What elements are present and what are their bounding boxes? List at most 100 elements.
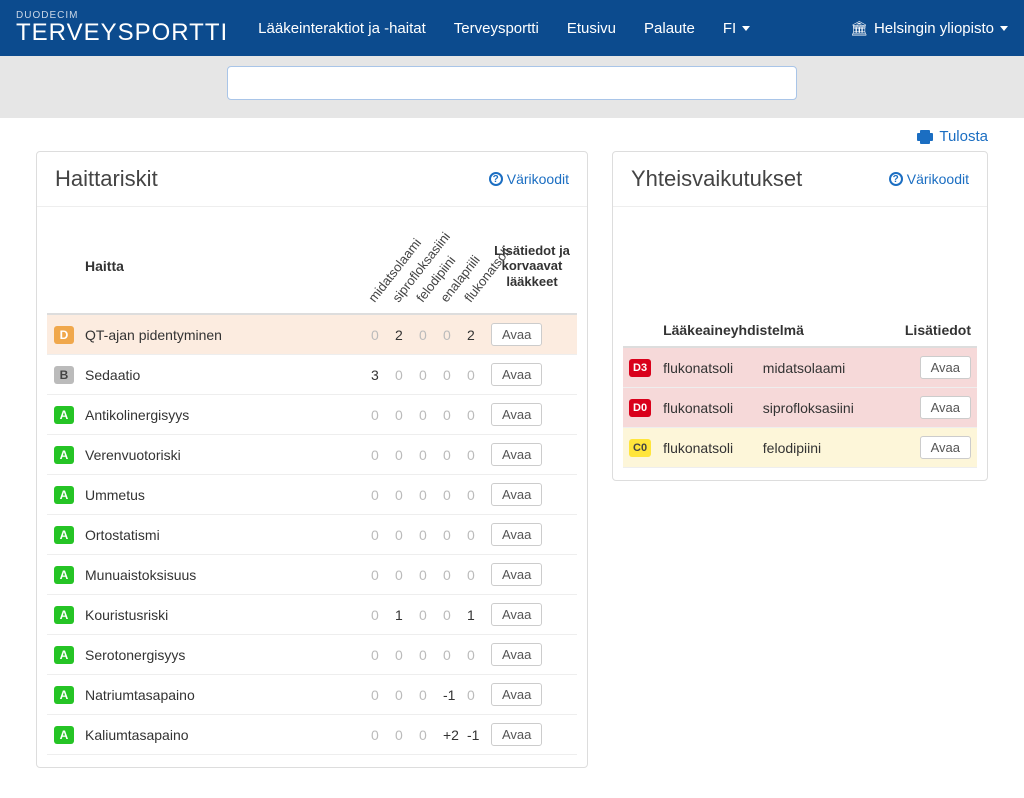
- open-button[interactable]: Avaa: [491, 363, 542, 386]
- harm-name: QT-ajan pidentyminen: [85, 327, 222, 343]
- print-button[interactable]: Tulosta: [917, 128, 988, 145]
- risk-value: 0: [439, 515, 463, 555]
- table-row: ASerotonergisyys00000Avaa: [47, 635, 577, 675]
- risk-value: 0: [439, 395, 463, 435]
- caret-down-icon: [1000, 26, 1008, 31]
- open-cell: Avaa: [487, 435, 577, 475]
- nav-link-terveysportti[interactable]: Terveysportti: [454, 20, 539, 37]
- risk-badge: A: [54, 526, 74, 544]
- nav-links: Lääkeinteraktiot ja -haitat Terveysportt…: [258, 20, 850, 37]
- nav-right: Helsingin yliopisto: [850, 20, 1008, 37]
- risk-value: 0: [391, 395, 415, 435]
- question-icon: ?: [889, 172, 903, 186]
- risk-value: 0: [367, 475, 391, 515]
- risk-value: 0: [463, 475, 487, 515]
- risk-value: 0: [439, 555, 463, 595]
- harm-cell: A Verenvuotoriski: [47, 435, 367, 475]
- risk-table: Haitta midatsolaami siprofloksasiini fel…: [47, 219, 577, 755]
- brand[interactable]: DUODECIM TERVEYSPORTTI: [16, 11, 228, 45]
- risk-value: 0: [415, 395, 439, 435]
- panel-header: Haittariskit ? Värikoodit: [37, 152, 587, 207]
- harm-cell: AAntikolinergisyys: [47, 395, 367, 435]
- badge-cell: D3: [623, 347, 657, 388]
- open-cell: Avaa: [882, 428, 977, 468]
- table-row: BSedaatio30000Avaa: [47, 355, 577, 395]
- color-codes-link[interactable]: ? Värikoodit: [489, 171, 569, 187]
- risk-badge: D: [54, 326, 74, 344]
- harm-cell: BSedaatio: [47, 355, 367, 395]
- harm-name: Antikolinergisyys: [85, 407, 189, 423]
- open-button[interactable]: Avaa: [491, 563, 542, 586]
- search-input[interactable]: [227, 66, 797, 100]
- panel-yhteisvaikutukset: Yhteisvaikutukset ? Värikoodit Lääkeaine…: [612, 151, 988, 481]
- open-button[interactable]: Avaa: [491, 443, 542, 466]
- open-cell: Avaa: [487, 675, 577, 715]
- nav-link-interactions[interactable]: Lääkeinteraktiot ja -haitat: [258, 20, 426, 37]
- color-codes-label: Värikoodit: [907, 171, 969, 187]
- risk-badge: A: [54, 606, 74, 624]
- col-drug-0: midatsolaami: [367, 219, 391, 314]
- harm-name: Natriumtasapaino: [85, 687, 195, 703]
- risk-value: 0: [391, 435, 415, 475]
- spacer: [623, 219, 977, 314]
- nav-link-etusivu[interactable]: Etusivu: [567, 20, 616, 37]
- risk-value: 0: [415, 675, 439, 715]
- nav-link-palaute[interactable]: Palaute: [644, 20, 695, 37]
- print-label: Tulosta: [939, 128, 988, 145]
- col-info: Lisätiedot: [882, 314, 977, 347]
- risk-value: 0: [367, 595, 391, 635]
- color-codes-link[interactable]: ? Värikoodit: [889, 171, 969, 187]
- nav-lang-dropdown[interactable]: FI: [723, 20, 750, 37]
- open-button[interactable]: Avaa: [491, 723, 542, 746]
- risk-value: 0: [415, 435, 439, 475]
- harm-cell: D QT-ajan pidentyminen: [47, 314, 367, 355]
- main-content: Haittariskit ? Värikoodit Haitta midatso…: [0, 151, 1024, 798]
- open-button[interactable]: Avaa: [491, 643, 542, 666]
- panel-body: Lääkeaineyhdistelmä Lisätiedot D3flukona…: [613, 207, 987, 480]
- risk-value: 0: [415, 715, 439, 755]
- risk-value: 1: [463, 595, 487, 635]
- open-button[interactable]: Avaa: [491, 403, 542, 426]
- risk-value: 0: [463, 435, 487, 475]
- open-button[interactable]: Avaa: [491, 603, 542, 626]
- print-icon: [917, 130, 933, 144]
- badge-cell: C0: [623, 428, 657, 468]
- drug-2: felodipiini: [757, 428, 882, 468]
- color-codes-label: Värikoodit: [507, 171, 569, 187]
- panel-title: Yhteisvaikutukset: [631, 166, 802, 192]
- open-button[interactable]: Avaa: [491, 323, 542, 346]
- risk-value: 2: [391, 314, 415, 355]
- open-button[interactable]: Avaa: [920, 356, 971, 379]
- open-cell: Avaa: [487, 515, 577, 555]
- drug-2: midatsolaami: [757, 347, 882, 388]
- col-drug-4: flukonatsoli: [463, 219, 487, 314]
- open-button[interactable]: Avaa: [491, 683, 542, 706]
- risk-value: 0: [439, 355, 463, 395]
- open-cell: Avaa: [882, 388, 977, 428]
- panel-title: Haittariskit: [55, 166, 158, 192]
- nav-institution-dropdown[interactable]: Helsingin yliopisto: [850, 20, 1008, 37]
- risk-value: 1: [391, 595, 415, 635]
- harm-name: Serotonergisyys: [85, 647, 185, 663]
- risk-value: 0: [391, 515, 415, 555]
- panel-haittariskit: Haittariskit ? Värikoodit Haitta midatso…: [36, 151, 588, 768]
- risk-value: 0: [439, 314, 463, 355]
- risk-value: 0: [367, 555, 391, 595]
- risk-value: 0: [415, 595, 439, 635]
- open-button[interactable]: Avaa: [491, 523, 542, 546]
- open-button[interactable]: Avaa: [920, 396, 971, 419]
- open-button[interactable]: Avaa: [920, 436, 971, 459]
- risk-badge: A: [54, 446, 74, 464]
- open-button[interactable]: Avaa: [491, 483, 542, 506]
- drug-1: flukonatsoli: [657, 388, 757, 428]
- table-row: D3flukonatsolimidatsolaami Avaa: [623, 347, 977, 388]
- drug-1: flukonatsoli: [657, 347, 757, 388]
- col-harm: Haitta: [47, 219, 367, 314]
- risk-value: 0: [463, 355, 487, 395]
- open-cell: Avaa: [487, 595, 577, 635]
- harm-name: Verenvuotoriski: [85, 447, 181, 463]
- table-row: ANatriumtasapaino000-10Avaa: [47, 675, 577, 715]
- nav-lang-label: FI: [723, 20, 736, 37]
- risk-value: 0: [391, 475, 415, 515]
- harm-cell: AKouristusriski: [47, 595, 367, 635]
